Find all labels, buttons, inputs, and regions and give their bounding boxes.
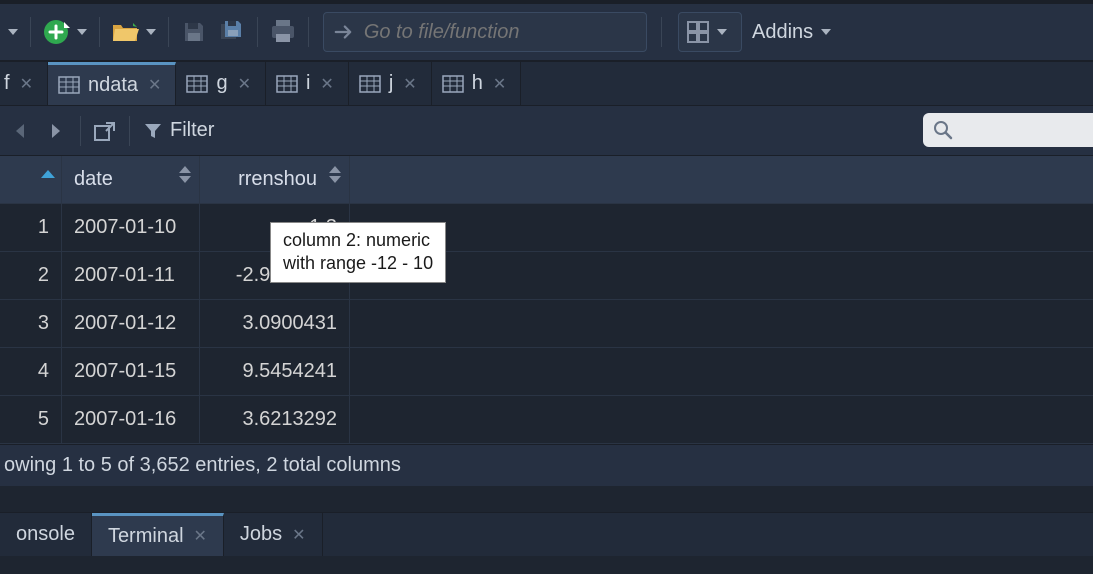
tab-j[interactable]: j ✕ [349, 62, 432, 105]
cell-date: 2007-01-12 [62, 300, 200, 347]
goto-file-box[interactable] [323, 12, 647, 52]
table-row[interactable]: 5 2007-01-16 3.6213292 [0, 396, 1093, 444]
column-header-date[interactable]: date [62, 156, 200, 203]
cell-value: 9.5454241 [200, 348, 350, 395]
save-all-button[interactable] [215, 15, 249, 49]
tab-ndata[interactable]: ndata ✕ [48, 62, 176, 105]
filter-button[interactable]: Filter [144, 119, 214, 142]
popout-button[interactable] [89, 114, 121, 148]
table-icon [186, 75, 208, 93]
data-table: date rrenshou 1 2007-01-10 1.3 2 2007-01… [0, 156, 1093, 444]
back-button[interactable] [4, 114, 36, 148]
tooltip-line: with range -12 - 10 [283, 252, 433, 275]
layout-button[interactable] [678, 12, 742, 52]
goto-input[interactable] [364, 21, 634, 44]
console-tabs: onsole Terminal ✕ Jobs ✕ [0, 512, 1093, 556]
open-file-button[interactable] [108, 15, 142, 49]
close-icon[interactable]: ✕ [238, 74, 251, 94]
cell-date: 2007-01-10 [62, 204, 200, 251]
sort-asc-icon [41, 170, 55, 178]
tab-f[interactable]: f ✕ [0, 62, 48, 105]
tab-terminal[interactable]: Terminal ✕ [92, 513, 224, 556]
tab-h[interactable]: h ✕ [432, 62, 522, 105]
tab-console[interactable]: onsole [0, 513, 92, 556]
sort-chevrons [329, 166, 341, 183]
table-row[interactable]: 2 2007-01-11 -2.9949107 [0, 252, 1093, 300]
data-viewer-toolbar: Filter [0, 106, 1093, 156]
row-index: 5 [0, 396, 62, 443]
tab-g[interactable]: g ✕ [176, 62, 266, 105]
close-icon[interactable]: ✕ [292, 525, 305, 545]
close-icon[interactable]: ✕ [493, 74, 506, 94]
table-icon [442, 75, 464, 93]
tab-label: Jobs [240, 523, 282, 546]
table-icon [359, 75, 381, 93]
table-status-footer: owing 1 to 5 of 3,652 entries, 2 total c… [0, 444, 1093, 486]
column-label: date [74, 168, 113, 191]
column-tooltip: column 2: numeric with range -12 - 10 [270, 222, 446, 283]
cell-date: 2007-01-15 [62, 348, 200, 395]
filter-icon [144, 122, 162, 140]
grid-icon [687, 21, 709, 43]
cell-value: 3.6213292 [200, 396, 350, 443]
tab-label: ndata [88, 74, 138, 97]
close-icon[interactable]: ✕ [194, 526, 207, 546]
chevron-down-icon[interactable] [146, 29, 156, 35]
table-row[interactable]: 4 2007-01-15 9.5454241 [0, 348, 1093, 396]
row-index: 2 [0, 252, 62, 299]
forward-button[interactable] [40, 114, 72, 148]
table-icon [276, 75, 298, 93]
chevron-down-icon[interactable] [8, 29, 18, 35]
table-row[interactable]: 1 2007-01-10 1.3 [0, 204, 1093, 252]
status-text: owing 1 to 5 of 3,652 entries, 2 total c… [4, 454, 401, 477]
column-header-rrenshou[interactable]: rrenshou [200, 156, 350, 203]
cell-value: 3.0900431 [200, 300, 350, 347]
table-icon [58, 76, 80, 94]
filter-label: Filter [170, 119, 214, 142]
new-file-button[interactable] [39, 15, 73, 49]
save-button[interactable] [177, 15, 211, 49]
cell-date: 2007-01-11 [62, 252, 200, 299]
close-icon[interactable]: ✕ [20, 74, 33, 94]
arrow-icon [334, 23, 354, 41]
row-index-header[interactable] [0, 156, 62, 203]
addins-label: Addins [752, 21, 813, 44]
main-toolbar: Addins [0, 0, 1093, 62]
tab-i[interactable]: i ✕ [266, 62, 349, 105]
tab-label: g [216, 72, 227, 95]
close-icon[interactable]: ✕ [148, 75, 161, 95]
tab-label: onsole [16, 523, 75, 546]
row-index: 1 [0, 204, 62, 251]
tab-jobs[interactable]: Jobs ✕ [224, 513, 323, 556]
close-icon[interactable]: ✕ [403, 74, 416, 94]
tab-label: h [472, 72, 483, 95]
table-header-row: date rrenshou [0, 156, 1093, 204]
table-row[interactable]: 3 2007-01-12 3.0900431 [0, 300, 1093, 348]
tab-label: f [4, 72, 10, 95]
tab-label: i [306, 72, 310, 95]
sort-chevrons [179, 166, 191, 183]
row-index: 3 [0, 300, 62, 347]
chevron-down-icon [821, 29, 831, 35]
row-index: 4 [0, 348, 62, 395]
tooltip-line: column 2: numeric [283, 229, 433, 252]
chevron-down-icon[interactable] [77, 29, 87, 35]
editor-tabs: f ✕ ndata ✕ g ✕ i ✕ j ✕ h ✕ [0, 62, 1093, 106]
cell-date: 2007-01-16 [62, 396, 200, 443]
chevron-down-icon [717, 29, 727, 35]
print-button[interactable] [266, 15, 300, 49]
tab-label: Terminal [108, 525, 184, 548]
column-label: rrenshou [238, 168, 317, 191]
close-icon[interactable]: ✕ [320, 74, 333, 94]
addins-menu[interactable]: Addins [752, 21, 837, 44]
tab-label: j [389, 72, 393, 95]
search-box[interactable] [923, 113, 1093, 147]
search-icon [933, 120, 953, 140]
